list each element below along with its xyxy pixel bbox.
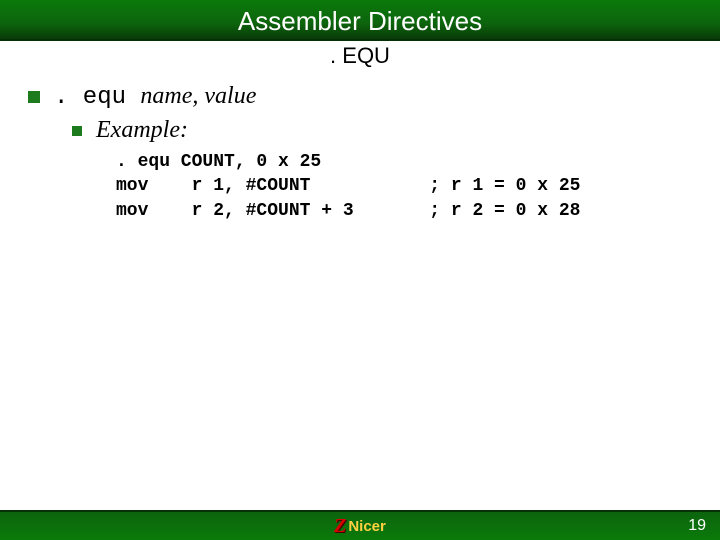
slide-body: . equ name, value Example: . equ COUNT, … <box>0 83 720 223</box>
square-bullet-icon <box>72 126 82 136</box>
code-line: mov r 2, #COUNT + 3 ; r 2 = 0 x 28 <box>116 199 692 223</box>
directive-keyword: . equ <box>54 84 140 111</box>
bullet-level2: Example: <box>72 117 692 144</box>
footer-bar: Z Nicer 19 <box>0 510 720 540</box>
code-line: . equ COUNT, 0 x 25 <box>116 150 692 174</box>
directive-syntax: . equ name, value <box>54 83 256 111</box>
square-bullet-icon <box>28 91 40 103</box>
code-line: mov r 1, #COUNT ; r 1 = 0 x 25 <box>116 174 692 198</box>
logo-text: Nicer <box>348 518 386 535</box>
bullet-level1: . equ name, value <box>28 83 692 111</box>
code-block: . equ COUNT, 0 x 25mov r 1, #COUNT ; r 1… <box>116 150 692 223</box>
slide-title: Assembler Directives <box>0 0 720 41</box>
subtitle-text: . EQU <box>330 43 390 68</box>
title-text: Assembler Directives <box>238 6 482 36</box>
page-number: 19 <box>688 517 706 535</box>
slide-subtitle: . EQU <box>0 43 720 69</box>
directive-args: name, value <box>140 83 256 109</box>
logo: Z Nicer <box>334 515 386 538</box>
logo-z: Z <box>334 515 346 538</box>
example-label: Example: <box>96 117 188 144</box>
